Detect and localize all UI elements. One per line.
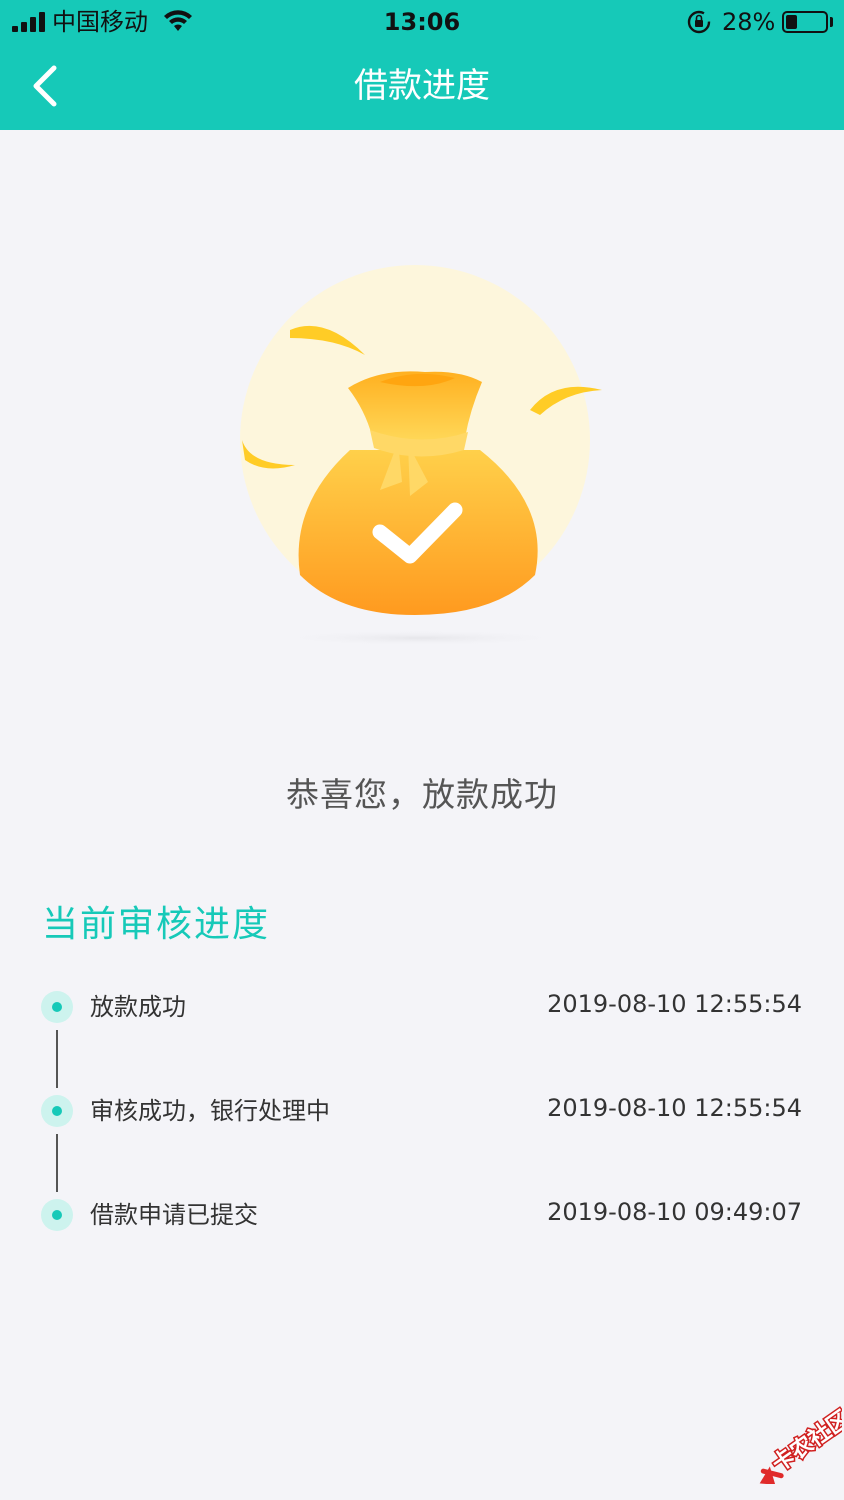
timeline-dot-icon: [41, 1199, 73, 1231]
money-bag-check-icon: [240, 265, 602, 646]
timeline-dot-icon: [41, 991, 73, 1023]
step-time: 2019-08-10 12:55:54: [547, 1094, 802, 1122]
step-time: 2019-08-10 09:49:07: [547, 1198, 802, 1226]
step-time: 2019-08-10 12:55:54: [547, 990, 802, 1018]
step-label: 审核成功，银行处理中: [90, 1097, 330, 1125]
timeline-dot-icon: [41, 1095, 73, 1127]
status-bar: 中国移动 13:06 28%: [0, 0, 844, 44]
step-label: 借款申请已提交: [90, 1201, 258, 1229]
step-label: 放款成功: [90, 993, 186, 1021]
watermark-text: 卡农社区: [767, 1406, 842, 1478]
timeline-connector: [56, 1030, 58, 1088]
watermark-logo: 卡农社区: [759, 1404, 842, 1484]
page-title: 借款进度: [354, 66, 490, 106]
battery-tip: [830, 17, 833, 27]
battery-percent: 28%: [722, 8, 776, 36]
status-time: 13:06: [383, 8, 461, 36]
timeline-connector: [56, 1134, 58, 1192]
battery-level-fill: [786, 15, 797, 29]
success-message: 恭喜您，放款成功: [286, 775, 558, 814]
rotation-lock-icon: [687, 10, 711, 34]
progress-section-title: 当前审核进度: [42, 904, 271, 945]
battery-icon: [782, 11, 828, 33]
app-header: 中国移动 13:06 28% 借款进度: [0, 0, 844, 130]
